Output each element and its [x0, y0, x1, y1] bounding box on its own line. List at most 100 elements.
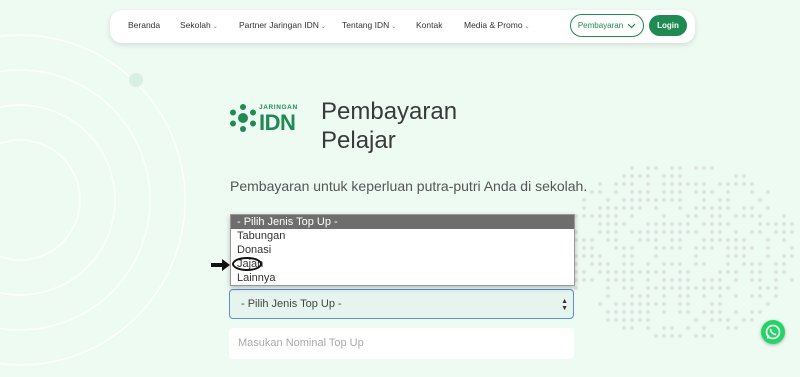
decor-dot: [710, 310, 714, 314]
decor-dot: [726, 246, 730, 250]
decor-dot: [622, 198, 626, 202]
decor-dot: [686, 230, 690, 234]
decor-dot: [718, 198, 722, 202]
decor-dot: [774, 270, 778, 274]
decor-dot: [758, 230, 762, 234]
decor-dot: [782, 270, 786, 274]
top-up-type-select[interactable]: - Pilih Jenis Top Up - ▲ ▼: [229, 289, 574, 319]
decor-dot: [718, 238, 722, 242]
page-title-line1: Pembayaran: [321, 98, 458, 125]
decor-dot: [702, 246, 706, 250]
decor-dot: [598, 302, 602, 306]
decor-dot: [694, 318, 698, 322]
decor-dot: [662, 302, 666, 306]
decor-dot: [710, 222, 714, 226]
decor-dot: [662, 174, 666, 178]
login-button[interactable]: Login: [649, 15, 687, 36]
dropdown-option-donasi[interactable]: Donasi: [231, 243, 574, 257]
select-value: - Pilih Jenis Top Up -: [241, 298, 342, 310]
decor-dot: [582, 270, 586, 274]
decor-dot: [782, 230, 786, 234]
decor-dot: [662, 262, 666, 266]
decor-dot: [710, 238, 714, 242]
decor-dot: [638, 190, 642, 194]
decor-dot: [726, 206, 730, 210]
top-up-type-dropdown-list: - Pilih Jenis Top Up - Tabungan Donasi J…: [230, 214, 575, 286]
decor-dot: [702, 222, 706, 226]
pembayaran-button[interactable]: Pembayaran: [570, 14, 644, 37]
dropdown-option-tabungan[interactable]: Tabungan: [231, 229, 574, 243]
nominal-top-up-input[interactable]: Masukan Nominal Top Up: [229, 328, 574, 359]
nav-item-tentang[interactable]: Tentang IDN ⌄: [342, 20, 396, 30]
decor-dot: [582, 206, 586, 210]
decor-dot: [726, 238, 730, 242]
decor-dot: [662, 278, 666, 282]
decor-dot: [582, 198, 586, 202]
whatsapp-button[interactable]: [761, 320, 785, 344]
decor-dot: [742, 246, 746, 250]
decor-dot: [774, 294, 778, 298]
decor-dot: [702, 326, 706, 330]
dropdown-option-lainnya[interactable]: Lainnya: [231, 271, 574, 285]
decor-dot: [622, 310, 626, 314]
decor-dot: [622, 262, 626, 266]
decor-dot: [606, 262, 610, 266]
nav-item-kontak[interactable]: Kontak: [416, 20, 442, 30]
decor-dot: [726, 198, 730, 202]
decor-dot: [630, 198, 634, 202]
chevron-down-icon: ⌄: [320, 24, 326, 30]
dropdown-option-pilih[interactable]: - Pilih Jenis Top Up -: [231, 215, 574, 229]
decor-dot: [598, 190, 602, 194]
decor-dot: [622, 182, 626, 186]
decor-dot: [702, 262, 706, 266]
decor-dot: [622, 318, 626, 322]
decor-dot: [710, 206, 714, 210]
decor-dot: [750, 270, 754, 274]
decor-dot: [678, 222, 682, 226]
decor-dot: [758, 278, 762, 282]
decor-dot: [742, 206, 746, 210]
decor-dot: [598, 262, 602, 266]
page-title-line2: Pelajar: [321, 127, 396, 154]
decor-dot: [710, 334, 714, 338]
nav-item-media-promo[interactable]: Media & Promo ⌄: [464, 20, 530, 30]
decor-dot: [766, 238, 770, 242]
nav-item-sekolah[interactable]: Sekolah ⌄: [180, 20, 218, 30]
decor-dot: [734, 174, 738, 178]
decor-dot: [582, 238, 586, 242]
decor-dot: [606, 198, 610, 202]
decor-dot: [686, 310, 690, 314]
decor-dot: [622, 206, 626, 210]
decor-dot: [726, 222, 730, 226]
decor-dot: [670, 278, 674, 282]
decor-dot: [758, 262, 762, 266]
decor-dot: [638, 270, 642, 274]
decor-dot: [758, 222, 762, 226]
decor-dot: [638, 206, 642, 210]
decor-dot: [646, 174, 650, 178]
decor-dot: [750, 318, 754, 322]
decor-dot: [742, 214, 746, 218]
decor-dot: [598, 270, 602, 274]
chevron-down-icon: ⌄: [391, 24, 397, 30]
decor-dot: [726, 270, 730, 274]
decor-dot: [590, 238, 594, 242]
decor-dot: [694, 246, 698, 250]
decor-dot: [614, 270, 618, 274]
decor-dot: [718, 214, 722, 218]
decor-dot: [670, 166, 674, 170]
decor-dot: [766, 286, 770, 290]
decor-dot: [646, 190, 650, 194]
decor-dot: [670, 174, 674, 178]
decor-dot: [670, 262, 674, 266]
nav-item-beranda[interactable]: Beranda: [128, 20, 160, 30]
decor-dot: [766, 254, 770, 258]
dropdown-option-jajan[interactable]: Jajan: [231, 257, 574, 271]
decor-dot: [630, 214, 634, 218]
decor-dot: [614, 222, 618, 226]
decor-dot: [678, 230, 682, 234]
nav-item-partner[interactable]: Partner Jaringan IDN ⌄: [239, 20, 326, 30]
decor-dot: [742, 238, 746, 242]
decor-dot: [654, 238, 658, 242]
decor-dot: [694, 190, 698, 194]
